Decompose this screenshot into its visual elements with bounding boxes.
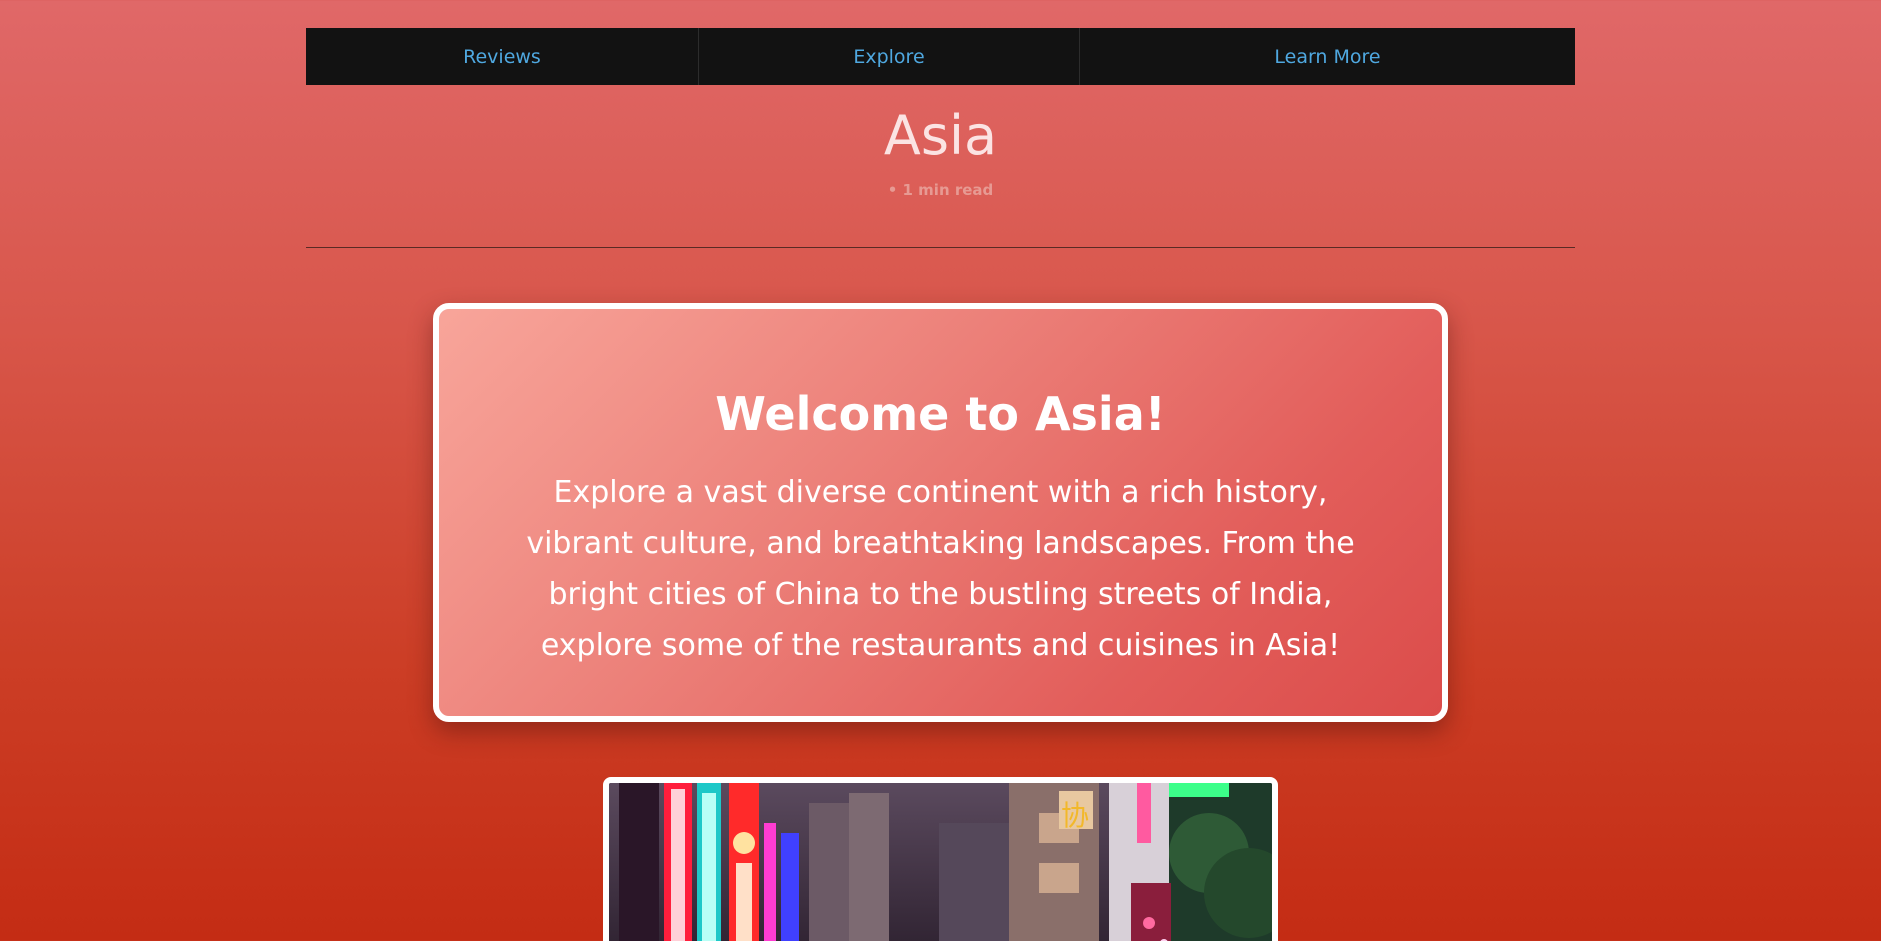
neon-street-image: 协 <box>609 783 1272 941</box>
nav-link-reviews[interactable]: Reviews <box>306 28 698 85</box>
welcome-title: Welcome to Asia! <box>715 387 1166 441</box>
welcome-card: Welcome to Asia! Explore a vast diverse … <box>433 303 1448 722</box>
top-navigation-bar: Reviews Explore Learn More <box>306 28 1575 85</box>
nav-link-explore[interactable]: Explore <box>698 28 1079 85</box>
welcome-description: Explore a vast diverse continent with a … <box>526 475 1355 663</box>
header-divider <box>306 247 1575 248</box>
read-time-label: • 1 min read <box>887 181 994 199</box>
svg-text:协: 协 <box>1061 799 1089 832</box>
city-street-photo: 协 <box>603 777 1278 941</box>
nav-link-learn-more[interactable]: Learn More <box>1079 28 1575 85</box>
page-title: Asia <box>883 104 998 167</box>
